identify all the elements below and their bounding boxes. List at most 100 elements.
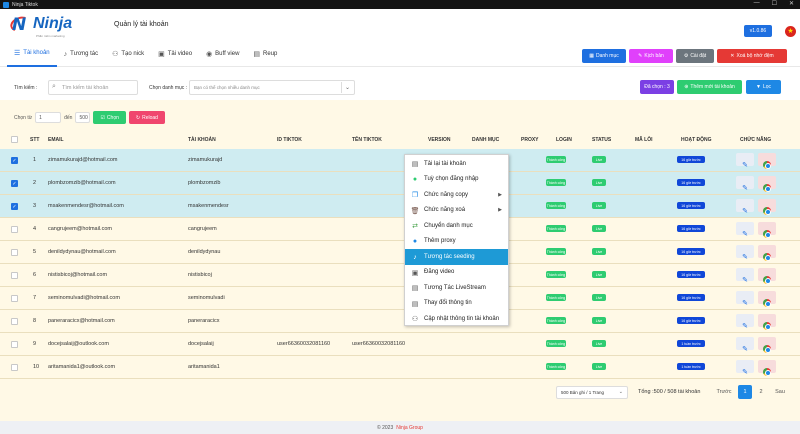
edit-button[interactable]: ✎	[736, 314, 754, 330]
open-browser-button[interactable]	[758, 245, 776, 261]
row-checkbox[interactable]	[11, 226, 18, 233]
open-browser-button[interactable]	[758, 268, 776, 284]
maximize-button[interactable]: ☐	[772, 0, 777, 7]
table-row[interactable]: ✓ 1 zimamukurajd@hotmail.com zimamukurajd Th…	[0, 149, 800, 172]
select-range-button[interactable]: ☑ Chọn	[93, 111, 126, 124]
menu-item-edit-info[interactable]: ▤ Thay đổi thông tin	[405, 296, 508, 312]
open-browser-button[interactable]	[758, 153, 776, 169]
user-add-icon: ⚇	[112, 51, 119, 58]
edit-button[interactable]: ✎	[736, 291, 754, 307]
status-badge: Live	[592, 271, 606, 278]
menu-item-upload-video[interactable]: ▣ Đăng video	[405, 265, 508, 281]
edit-button[interactable]: ✎	[736, 222, 754, 238]
edit-button[interactable]: ✎	[736, 176, 754, 192]
menu-item-trash[interactable]: 🗑 Chức năng xoá ▶	[405, 203, 508, 219]
menu-item-move-category[interactable]: ⇄ Chuyển danh mục	[405, 218, 508, 234]
minimize-button[interactable]: —	[754, 0, 760, 7]
reload-button[interactable]: ↻ Reload	[128, 111, 165, 124]
edit-icon: ✎	[742, 254, 748, 261]
script-button[interactable]: ✎ Kịch bản	[629, 49, 673, 63]
update-account-icon: ⚇	[411, 316, 419, 323]
edit-button[interactable]: ✎	[736, 268, 754, 284]
range-from-input[interactable]: 1	[35, 112, 62, 123]
tab-accounts[interactable]: ☰ Tài khoản	[7, 41, 57, 67]
filter-button[interactable]: ▼ Lọc	[746, 80, 781, 94]
table-row[interactable]: 8 paneraracicx@hotmail.com paneraracicx Thà…	[0, 310, 800, 333]
open-browser-button[interactable]	[758, 337, 776, 353]
app-header: N Ninja Phần mềm marketing Quản lý tài k…	[0, 9, 800, 41]
row-stt: 5	[33, 249, 37, 255]
edit-button[interactable]: ✎	[736, 153, 754, 169]
edit-info-icon: ▤	[411, 300, 419, 308]
login-badge: Thành công	[546, 363, 566, 370]
table-row[interactable]: 9 docejsalaij@outlook.com docejsalaij user6…	[0, 333, 800, 356]
row-checkbox[interactable]	[11, 341, 18, 348]
menu-item-proxy[interactable]: ● Thêm proxy	[405, 234, 508, 250]
chevron-down-icon: ⌄	[341, 82, 353, 93]
range-selector: Chọn từ 1 đến 500 ☑ Chọn ↻ Reload	[14, 111, 165, 124]
tiktok-icon: ♪	[63, 50, 68, 58]
add-account-button[interactable]: ⊕ Thêm mới tài khoản	[677, 80, 742, 94]
menu-item-reload[interactable]: ▤ Tải lại tài khoản	[405, 156, 508, 172]
row-checkbox[interactable]: ✓	[11, 180, 18, 187]
open-browser-button[interactable]	[758, 222, 776, 238]
row-checkbox[interactable]	[11, 318, 18, 325]
table-row[interactable]: ✓ 3 msakenmendesr@hotmail.com msakenmendesr…	[0, 195, 800, 218]
table-row[interactable]: ✓ 2 plombzomzib@hotmail.com plombzomzib Thàn…	[0, 172, 800, 195]
open-browser-button[interactable]	[758, 360, 776, 376]
range-to-input[interactable]: 500	[75, 112, 91, 123]
activity-badge: 16 giờ trước	[677, 248, 705, 255]
open-browser-button[interactable]	[758, 199, 776, 215]
row-checkbox[interactable]	[11, 272, 18, 279]
row-checkbox[interactable]: ✓	[11, 157, 18, 164]
edit-button[interactable]: ✎	[736, 245, 754, 261]
table-row[interactable]: 10 aritamanida1@outlook.com aritamanida1 Th…	[0, 356, 800, 379]
tab-download-video[interactable]: ▣ Tải video	[151, 41, 199, 67]
version-badge[interactable]: v1.0.86	[744, 25, 772, 37]
prev-page-button[interactable]: Trước	[714, 385, 734, 399]
open-browser-button[interactable]	[758, 176, 776, 192]
row-checkbox[interactable]	[11, 249, 18, 256]
table-row[interactable]: 4 cangrujeem@hotmail.com cangrujeem Thành c…	[0, 218, 800, 241]
category-select[interactable]: Bạn có thể chọn nhiều danh mục ⌄	[189, 80, 355, 95]
table-row[interactable]: 7 seminomulvadi@hotmail.com seminomulvadi T…	[0, 287, 800, 310]
menu-item-livestream[interactable]: ▤ Tương Tác LiveStream	[405, 280, 508, 296]
status-badge: Live	[592, 202, 606, 209]
tab-reup[interactable]: ▤ Reup	[246, 41, 284, 67]
tab-interact[interactable]: ♪ Tương tác	[57, 41, 105, 67]
edit-button[interactable]: ✎	[736, 337, 754, 353]
activity-badge: 1 tuần trước	[677, 340, 705, 347]
menu-item-tiktok-seeding[interactable]: ♪ Tương tác seeding	[405, 249, 508, 265]
table-row[interactable]: 5 denildydynau@hotmail.com denildydynau Thà…	[0, 241, 800, 264]
selected-count-badge[interactable]: Đã chọn : 3	[640, 80, 674, 94]
row-checkbox[interactable]	[11, 295, 18, 302]
tab-create-nick[interactable]: ⚇ Tạo nick	[105, 41, 151, 67]
menu-item-update-account[interactable]: ⚇ Cập nhật thông tin tài khoản	[405, 311, 508, 327]
activity-badge: 16 giờ trước	[677, 294, 705, 301]
select-all-checkbox[interactable]	[11, 136, 18, 143]
clear-cache-button[interactable]: ✕ Xoá bộ nhớ đệm	[717, 49, 787, 63]
category-button[interactable]: ▦ Danh mục	[582, 49, 626, 63]
reup-icon: ▤	[253, 51, 261, 58]
chrome-icon	[763, 253, 771, 261]
search-input[interactable]: ⌕ Tìm kiếm tài khoản	[48, 80, 138, 95]
page-size-select[interactable]: 500 Bản ghi / 1 Trang ⌄	[556, 386, 628, 399]
open-browser-button[interactable]	[758, 314, 776, 330]
language-flag-icon[interactable]: ★	[785, 26, 796, 37]
row-checkbox[interactable]: ✓	[11, 203, 18, 210]
next-page-button[interactable]: Sau	[772, 385, 788, 399]
tab-buff-view[interactable]: ◉ Buff view	[199, 41, 246, 67]
page-title: Quản lý tài khoản	[114, 21, 169, 28]
chrome-icon	[763, 184, 771, 192]
close-button[interactable]: ✕	[789, 0, 794, 7]
row-checkbox[interactable]	[11, 364, 18, 371]
page-2-button[interactable]: 2	[755, 385, 767, 399]
edit-button[interactable]: ✎	[736, 360, 754, 376]
menu-item-login-option[interactable]: ● Tuỳ chọn đăng nhập	[405, 172, 508, 188]
edit-button[interactable]: ✎	[736, 199, 754, 215]
menu-item-copy[interactable]: ❐ Chức năng copy ▶	[405, 187, 508, 203]
table-row[interactable]: 6 nistisbicoj@hotmail.com nistisbicoj Thành…	[0, 264, 800, 287]
settings-button[interactable]: ⚙ Cài đặt	[676, 49, 714, 63]
open-browser-button[interactable]	[758, 291, 776, 307]
page-1-button[interactable]: 1	[738, 385, 752, 399]
